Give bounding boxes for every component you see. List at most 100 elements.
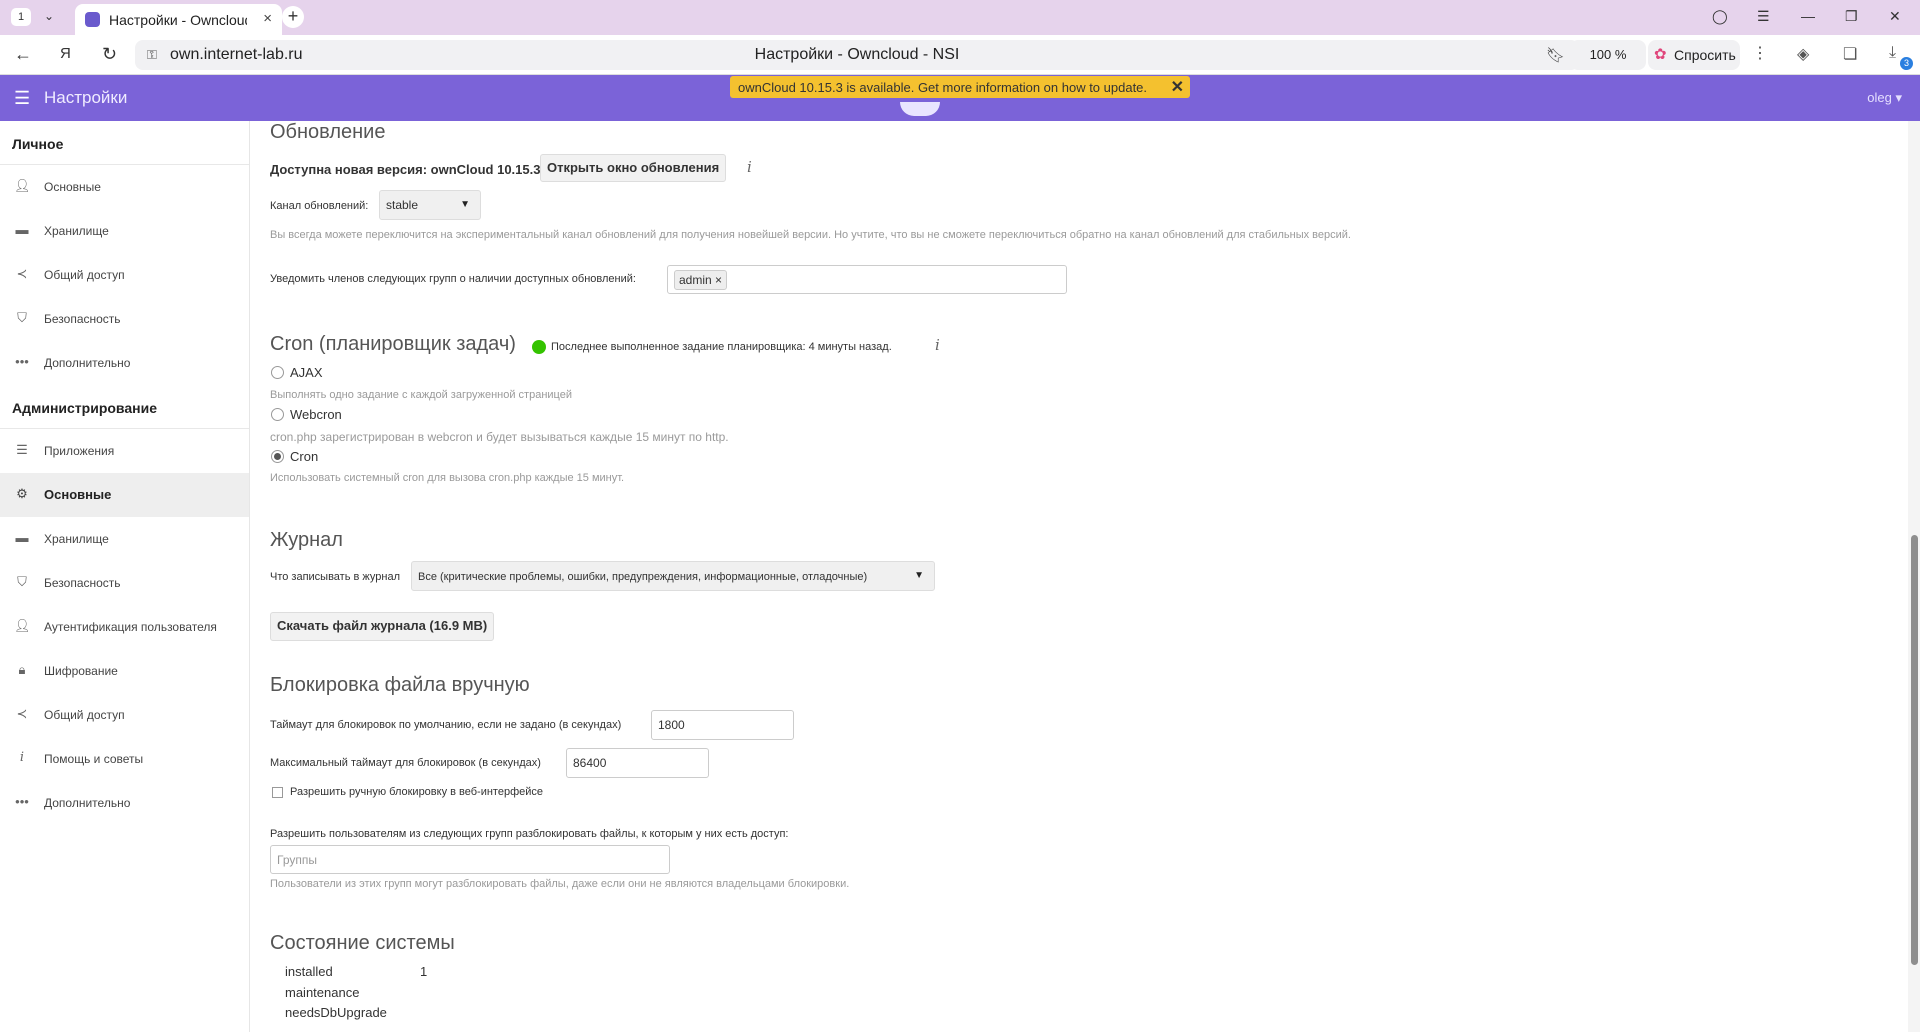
info-icon: i — [19, 750, 25, 765]
sidebar-item-label: Основные — [44, 487, 112, 502]
user-icon: 👤︎ — [14, 178, 31, 193]
download-log-button[interactable]: Скачать файл журнала (16.9 MB) — [270, 612, 495, 641]
sidebar-heading-admin: Администрирование — [12, 400, 157, 416]
cron-status-text: Последнее выполненное задание планировщи… — [551, 341, 892, 353]
shield-icon: ⛉ — [17, 310, 27, 325]
folder-icon: ▬ — [15, 222, 29, 237]
file-locking-heading: Блокировка файла вручную — [270, 674, 530, 696]
user-menu[interactable]: oleg ▾ — [1867, 90, 1902, 106]
close-icon[interactable]: ✕ — [1171, 77, 1184, 97]
downloads-icon[interactable]: ⤓ — [1889, 44, 1896, 62]
cron-system-hint: Использовать системный cron для вызова c… — [270, 472, 625, 484]
status-value: 1 — [420, 964, 428, 979]
sidebar-item-label: Шифрование — [44, 664, 118, 678]
sidebar-item-help[interactable]: i Помощь и советы — [0, 737, 249, 781]
scrollbar-thumb[interactable] — [1911, 535, 1918, 965]
profile-icon[interactable]: ◯ — [1712, 8, 1728, 25]
update-notification-text[interactable]: ownCloud 10.15.3 is available. Get more … — [738, 80, 1147, 95]
sidebar-item-label: Общий доступ — [44, 268, 125, 282]
sidebar-item-personal-general[interactable]: 👤︎ Основные — [0, 165, 249, 209]
back-arrow-icon[interactable]: ← — [14, 44, 32, 65]
cron-ajax-radio[interactable] — [271, 366, 284, 379]
extension-icon[interactable]: ◈ — [1797, 44, 1809, 64]
sidebar-item-personal-sharing[interactable]: ≺ Общий доступ — [0, 253, 249, 297]
unlock-groups-input[interactable]: Группы — [270, 845, 670, 874]
sidebar-item-encryption[interactable]: 🔒︎ Шифрование — [0, 649, 249, 693]
cron-info-icon[interactable]: i — [935, 336, 940, 354]
app-title[interactable]: Настройки — [44, 88, 127, 108]
settings-sidebar: Личное 👤︎ Основные ▬ Хранилище ≺ Общий д… — [0, 121, 250, 1032]
log-level-select[interactable]: Все (критические проблемы, ошибки, преду… — [411, 561, 935, 591]
tab-count-badge[interactable]: 1 — [11, 8, 31, 26]
update-heading: Обновление — [270, 121, 386, 143]
sidebar-item-admin-storage[interactable]: ▬ Хранилище — [0, 517, 249, 561]
update-channel-hint: Вы всегда можете переключится на экспери… — [270, 229, 1351, 241]
sidebar-item-admin-additional[interactable]: ••• Дополнительно — [0, 781, 249, 825]
chevron-down-icon: ▼ — [460, 199, 470, 210]
settings-content: Обновление Доступна новая версия: ownClo… — [250, 121, 1920, 1032]
allow-manual-locking-checkbox[interactable] — [272, 787, 283, 798]
default-timeout-input[interactable]: 1800 — [651, 710, 794, 740]
ask-button[interactable]: ✿ Спросить — [1648, 40, 1740, 70]
more-icon: ••• — [15, 354, 29, 369]
sidebar-item-admin-sharing[interactable]: ≺ Общий доступ — [0, 693, 249, 737]
update-info-icon[interactable]: i — [747, 158, 752, 176]
more-icon: ••• — [15, 794, 29, 809]
update-channel-select[interactable]: stable ▼ — [379, 190, 481, 220]
minimize-icon[interactable]: — — [1801, 8, 1815, 24]
ask-label: Спросить — [1674, 47, 1736, 63]
close-window-icon[interactable]: ✕ — [1889, 8, 1901, 25]
bookmark-icon[interactable]: 🔖︎ — [1546, 46, 1565, 64]
restore-icon[interactable]: ❐ — [1845, 8, 1858, 25]
cron-ajax-hint: Выполнять одно задание с каждой загружен… — [270, 389, 572, 401]
page-title-display: Настройки - Owncloud - NSI — [754, 46, 960, 63]
cron-webcron-radio[interactable] — [271, 408, 284, 421]
sidebar-item-admin-general[interactable]: ⚙ Основные — [0, 473, 249, 517]
cron-heading: Cron (планировщик задач) — [270, 333, 516, 355]
cron-ajax-label[interactable]: AJAX — [290, 365, 323, 380]
cron-webcron-label[interactable]: Webcron — [290, 407, 342, 422]
url-field[interactable]: ⚿ own.internet-lab.ru Настройки - Ownclo… — [135, 40, 1579, 70]
sidebar-item-admin-security[interactable]: ⛉ Безопасность — [0, 561, 249, 605]
tab-close-icon[interactable]: × — [263, 10, 272, 27]
new-tab-button[interactable]: + — [282, 6, 304, 28]
cron-webcron-hint: cron.php зарегистрирован в webcron и буд… — [270, 430, 729, 444]
cron-system-label[interactable]: Cron — [290, 449, 318, 464]
shield-icon: ⛉ — [17, 574, 27, 589]
owncloud-favicon-icon — [85, 12, 100, 27]
update-notification-banner: ownCloud 10.15.3 is available. Get more … — [730, 76, 1190, 98]
yandex-icon[interactable]: Я — [60, 45, 71, 62]
zoom-indicator[interactable]: 100 % — [1570, 40, 1646, 70]
max-timeout-label: Максимальный таймаут для блокировок (в с… — [270, 757, 541, 769]
max-timeout-input[interactable]: 86400 — [566, 748, 709, 778]
sidebar-item-label: Помощь и советы — [44, 752, 144, 766]
chevron-down-icon: ▼ — [914, 570, 924, 581]
reload-icon[interactable]: ↻ — [102, 44, 117, 65]
notify-groups-input[interactable]: admin × — [667, 265, 1067, 294]
hamburger-menu-icon[interactable]: ☰ — [14, 88, 30, 109]
group-tag-admin[interactable]: admin × — [674, 270, 728, 290]
sidebar-item-apps[interactable]: ☰ Приложения — [0, 429, 249, 473]
sidebar-item-user-auth[interactable]: 👤︎ Аутентификация пользователя — [0, 605, 249, 649]
downloads-badge: 3 — [1900, 57, 1913, 70]
tabs-manager-icon[interactable]: ☰ — [1757, 8, 1770, 25]
open-updater-button[interactable]: Открыть окно обновления — [540, 154, 727, 182]
log-level-value: Все (критические проблемы, ошибки, преду… — [418, 571, 868, 583]
cron-system-radio[interactable] — [271, 450, 284, 463]
sidebar-item-label: Хранилище — [44, 532, 109, 546]
browser-tab-bar: 1 ⌄ Настройки - Owncloud × + ◯ ☰ — ❐ ✕ — [0, 0, 1920, 35]
allow-manual-locking-label[interactable]: Разрешить ручную блокировку в веб-интерф… — [290, 786, 543, 798]
update-channel-label: Канал обновлений: — [270, 200, 369, 212]
tab-list-chevron-icon[interactable]: ⌄ — [44, 9, 54, 23]
sidebar-item-personal-security[interactable]: ⛉ Безопасность — [0, 297, 249, 341]
sidebar-item-personal-storage[interactable]: ▬ Хранилище — [0, 209, 249, 253]
log-heading: Журнал — [270, 529, 343, 551]
cron-status-indicator — [532, 340, 546, 354]
sidebar-item-personal-additional[interactable]: ••• Дополнительно — [0, 341, 249, 385]
browser-menu-icon[interactable]: ⋮ — [1752, 43, 1768, 63]
status-key: needsDbUpgrade — [285, 1005, 387, 1020]
owncloud-logo-icon — [900, 102, 940, 116]
browser-tab[interactable]: Настройки - Owncloud × — [75, 4, 282, 35]
collections-icon[interactable]: ❏ — [1843, 44, 1857, 64]
share-icon: ≺ — [16, 706, 28, 721]
